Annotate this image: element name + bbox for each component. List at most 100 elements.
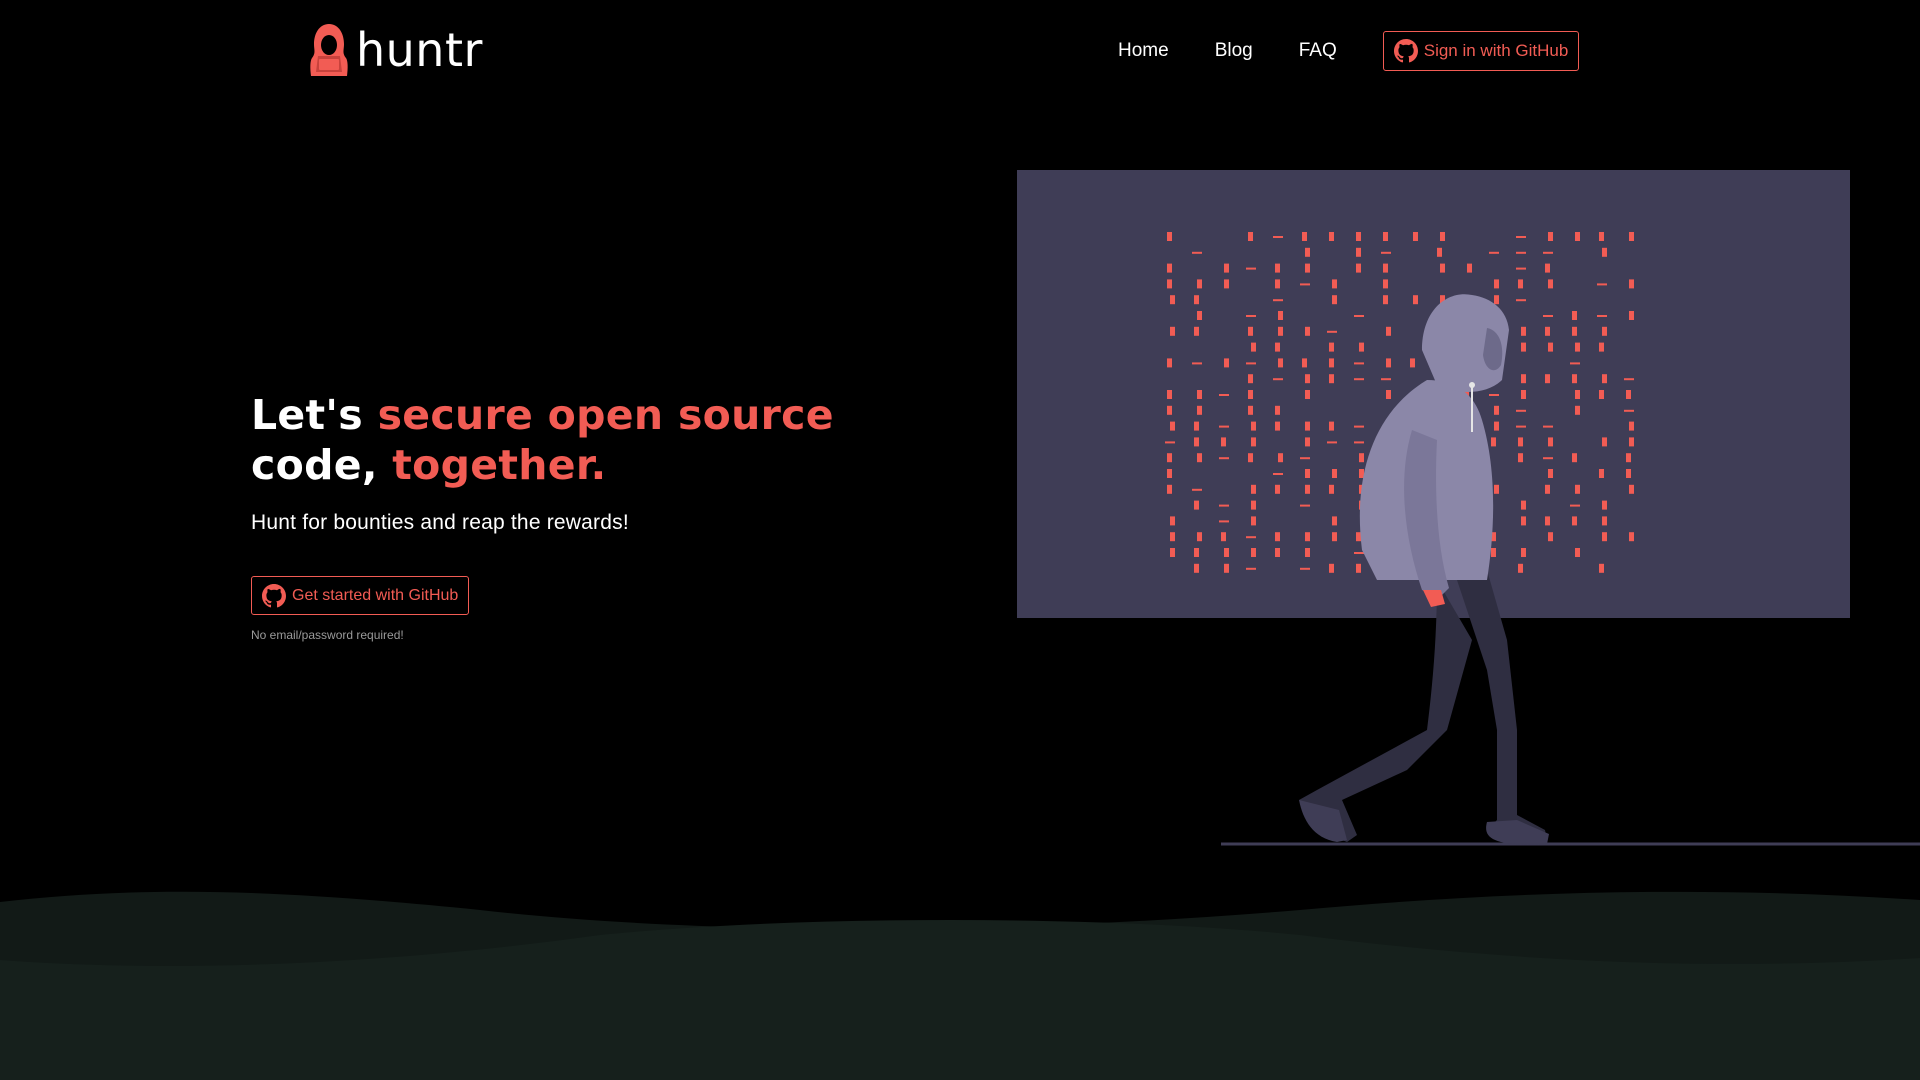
matrix-glyph (1300, 283, 1310, 286)
matrix-glyph (1300, 457, 1310, 460)
matrix-glyph (1305, 374, 1310, 384)
matrix-glyph (1170, 532, 1175, 542)
matrix-glyph (1518, 437, 1523, 447)
matrix-glyph (1246, 267, 1256, 270)
matrix-glyph (1359, 453, 1364, 463)
matrix-glyph (1329, 342, 1334, 352)
matrix-glyph (1597, 315, 1607, 317)
matrix-glyph (1251, 516, 1256, 526)
matrix-glyph (1354, 378, 1364, 381)
matrix-glyph (1489, 394, 1499, 396)
matrix-glyph (1629, 532, 1634, 542)
matrix-glyph (1170, 326, 1175, 336)
matrix-glyph (1572, 453, 1577, 463)
matrix-glyph (1491, 548, 1496, 557)
matrix-glyph (1246, 536, 1256, 539)
matrix-glyph (1521, 516, 1526, 526)
matrix-glyph (1545, 484, 1550, 494)
matrix-glyph (1626, 390, 1631, 399)
matrix-glyph (1356, 247, 1361, 257)
matrix-glyph (1194, 563, 1199, 573)
matrix-glyph (1494, 405, 1499, 415)
matrix-glyph (1386, 326, 1391, 336)
matrix-glyph (1629, 484, 1634, 494)
hero-title-accent2: together. (392, 441, 607, 489)
matrix-glyph (1192, 362, 1202, 365)
matrix-glyph (1275, 405, 1280, 415)
matrix-glyph (1548, 232, 1553, 241)
matrix-glyph (1167, 469, 1172, 478)
matrix-glyph (1383, 279, 1388, 289)
matrix-glyph (1543, 457, 1553, 460)
logo-link[interactable]: huntr (306, 22, 483, 78)
matrix-glyph (1356, 532, 1361, 542)
matrix-glyph (1624, 378, 1634, 381)
matrix-glyph (1167, 484, 1172, 494)
matrix-glyph (1167, 405, 1172, 415)
matrix-glyph (1545, 326, 1550, 336)
matrix-glyph (1332, 469, 1337, 478)
matrix-glyph (1305, 484, 1310, 494)
matrix-glyph (1489, 251, 1499, 254)
matrix-glyph (1170, 516, 1175, 526)
signin-github-button[interactable]: Sign in with GitHub (1382, 31, 1580, 71)
matrix-glyph (1386, 390, 1391, 399)
matrix-glyph (1572, 326, 1577, 336)
matrix-glyph (1332, 295, 1337, 305)
get-started-github-button[interactable]: Get started with GitHub (251, 576, 470, 615)
matrix-glyph (1516, 299, 1526, 302)
matrix-glyph (1383, 263, 1388, 273)
matrix-glyph (1224, 279, 1229, 289)
matrix-glyph (1491, 437, 1496, 447)
matrix-glyph (1192, 488, 1202, 491)
matrix-glyph (1329, 374, 1334, 384)
matrix-glyph (1386, 358, 1391, 368)
github-icon (1393, 39, 1418, 63)
github-icon (262, 583, 286, 607)
matrix-glyph (1494, 295, 1499, 305)
matrix-glyph (1329, 563, 1334, 573)
matrix-glyph (1170, 295, 1175, 305)
nav-home-link[interactable]: Home (1118, 30, 1169, 72)
matrix-glyph (1626, 453, 1631, 463)
matrix-glyph (1518, 453, 1523, 463)
matrix-glyph (1246, 315, 1256, 317)
matrix-glyph (1248, 390, 1253, 399)
matrix-glyph (1545, 516, 1550, 526)
matrix-glyph (1194, 326, 1199, 336)
matrix-glyph (1359, 342, 1364, 352)
matrix-glyph (1224, 358, 1229, 368)
matrix-glyph (1275, 421, 1280, 431)
matrix-glyph (1305, 469, 1310, 478)
main-nav: Home Blog FAQ Sign in with GitHub (1118, 30, 1580, 72)
matrix-glyph (1327, 441, 1337, 444)
matrix-glyph (1356, 563, 1361, 573)
matrix-glyph (1248, 326, 1253, 336)
matrix-glyph (1197, 279, 1202, 289)
matrix-glyph (1275, 263, 1280, 273)
matrix-glyph (1521, 548, 1526, 557)
nav-faq-link[interactable]: FAQ (1299, 30, 1337, 72)
matrix-glyph (1300, 504, 1310, 507)
nav-blog-link[interactable]: Blog (1215, 30, 1253, 72)
matrix-glyph (1275, 484, 1280, 494)
matrix-glyph (1381, 378, 1391, 381)
matrix-glyph (1626, 469, 1631, 478)
matrix-glyph (1305, 326, 1310, 336)
matrix-glyph (1518, 563, 1523, 573)
matrix-glyph (1575, 548, 1580, 557)
matrix-glyph (1575, 342, 1580, 352)
matrix-glyph (1275, 548, 1280, 557)
matrix-glyph (1248, 405, 1253, 415)
matrix-glyph (1273, 473, 1283, 475)
matrix-glyph (1170, 421, 1175, 431)
matrix-glyph (1170, 548, 1175, 557)
matrix-glyph (1165, 441, 1175, 444)
matrix-glyph (1197, 390, 1202, 399)
hero-title-accent1: secure open source (377, 391, 834, 439)
matrix-glyph (1224, 563, 1229, 573)
matrix-glyph (1224, 263, 1229, 273)
matrix-glyph (1545, 374, 1550, 384)
matrix-glyph (1305, 437, 1310, 447)
matrix-glyph (1332, 279, 1337, 289)
